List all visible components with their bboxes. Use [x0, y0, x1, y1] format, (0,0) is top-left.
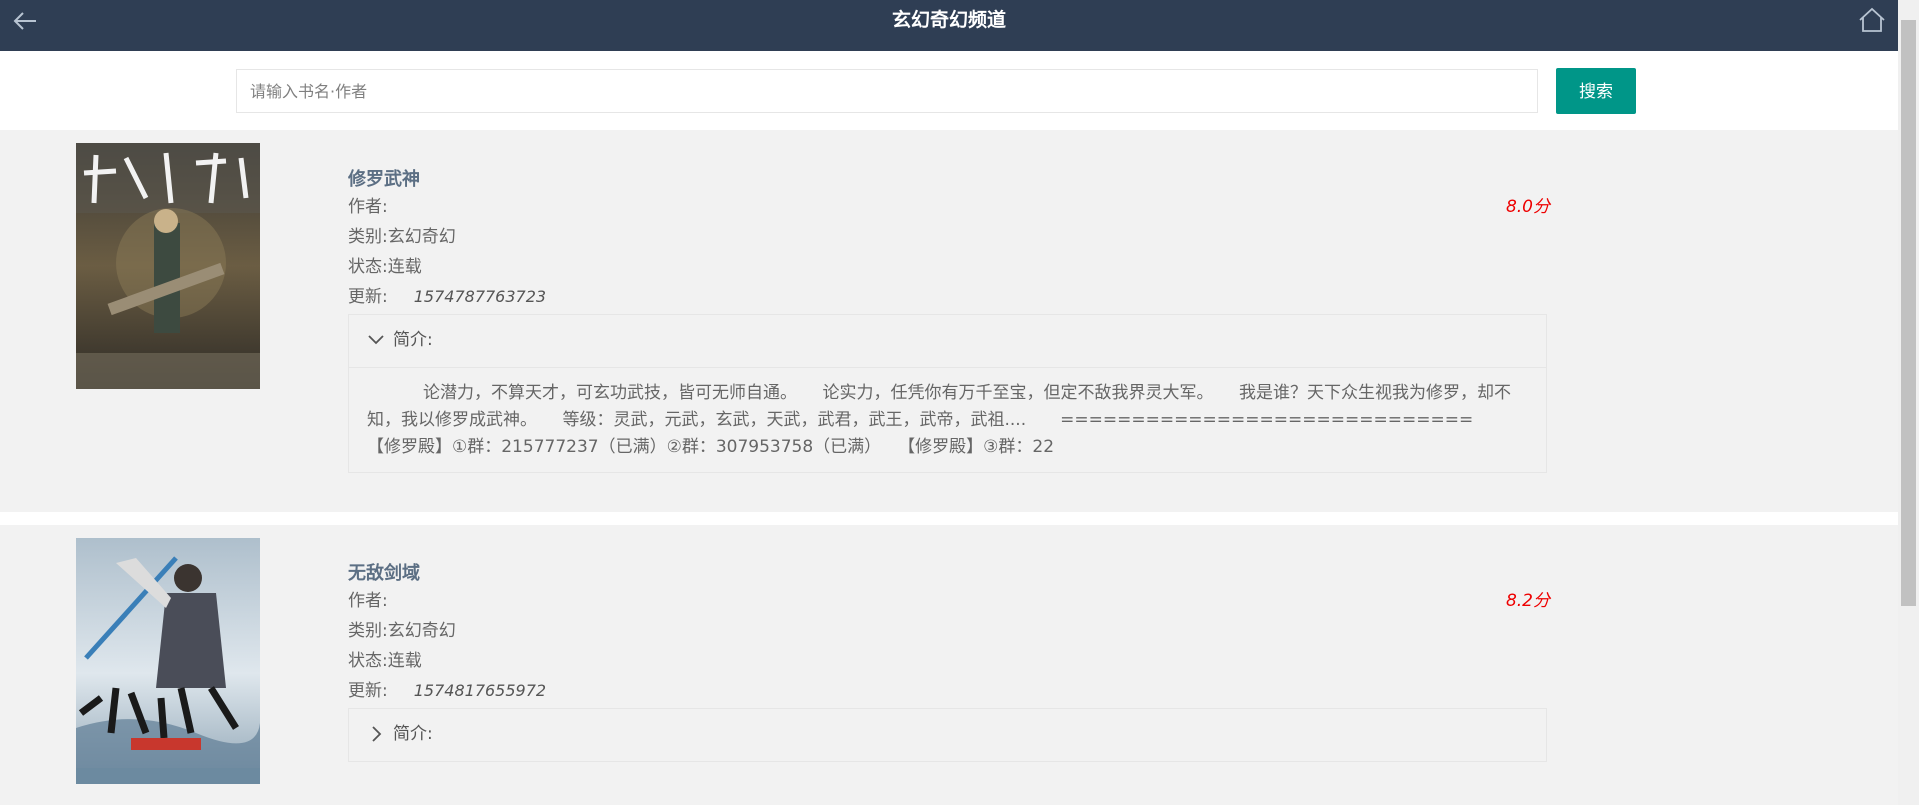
update-timestamp: 1574817655972: [413, 681, 547, 700]
book-card: 无敌剑域 作者: 8.2分 类别:玄幻奇幻 状态:连载 更新: 157481765…: [0, 525, 1898, 805]
book-author: 作者:: [348, 196, 388, 218]
intro-label: 简介:: [393, 724, 433, 744]
chevron-right-icon: [372, 726, 382, 742]
intro-panel: 简介: 论潜力，不算天才，可玄功武技，皆可无师自通。 论实力，任凭你有万千至宝，…: [348, 314, 1547, 473]
book-category: 类别:玄幻奇幻: [348, 226, 456, 248]
search-bar: 搜索: [0, 51, 1898, 130]
book-status: 状态:连载: [348, 256, 422, 278]
intro-panel: 简介:: [348, 708, 1547, 762]
search-input[interactable]: [236, 69, 1538, 113]
intro-label: 简介:: [393, 330, 433, 350]
book-title[interactable]: 修罗武神: [348, 169, 420, 191]
intro-toggle[interactable]: 简介:: [349, 709, 1546, 761]
book-cover-image[interactable]: [76, 538, 260, 784]
book-title[interactable]: 无敌剑域: [348, 563, 420, 585]
book-author: 作者:: [348, 590, 388, 612]
category-value: 玄幻奇幻: [387, 227, 456, 247]
intro-text: 论潜力，不算天才，可玄功武技，皆可无师自通。 论实力，任凭你有万千至宝，但定不敌…: [349, 367, 1546, 472]
page-scrollbar[interactable]: [1898, 0, 1919, 805]
status-label: 状态:: [348, 651, 388, 671]
status-value: 连载: [387, 651, 422, 671]
page-title: 玄幻奇幻频道: [891, 9, 1006, 31]
scrollbar-thumb[interactable]: [1901, 20, 1916, 606]
status-value: 连载: [387, 257, 422, 277]
book-status: 状态:连载: [348, 650, 422, 672]
intro-content: 论潜力，不算天才，可玄功武技，皆可无师自通。 论实力，任凭你有万千至宝，但定不敌…: [367, 383, 1511, 457]
book-update: 更新: 1574817655972: [348, 680, 546, 702]
update-label: 更新:: [348, 681, 388, 701]
book-score: 8.0分: [1505, 197, 1550, 217]
update-timestamp: 1574787763723: [413, 287, 547, 306]
status-label: 状态:: [348, 257, 388, 277]
home-icon[interactable]: [1858, 7, 1886, 33]
search-button[interactable]: 搜索: [1556, 68, 1636, 114]
book-cover-image[interactable]: [76, 143, 260, 389]
book-update: 更新: 1574787763723: [348, 286, 546, 308]
author-label: 作者:: [348, 197, 388, 217]
category-label: 类别:: [348, 227, 388, 247]
book-score: 8.2分: [1505, 591, 1550, 611]
chevron-down-icon: [368, 335, 384, 345]
book-category: 类别:玄幻奇幻: [348, 620, 456, 642]
author-label: 作者:: [348, 591, 388, 611]
book-card: 修罗武神 作者: 8.0分 类别:玄幻奇幻 状态:连载 更新: 157478776…: [0, 130, 1898, 512]
top-nav-bar: 玄幻奇幻频道: [0, 0, 1898, 51]
intro-toggle[interactable]: 简介:: [349, 315, 1546, 367]
update-label: 更新:: [348, 287, 388, 307]
category-label: 类别:: [348, 621, 388, 641]
category-value: 玄幻奇幻: [387, 621, 456, 641]
